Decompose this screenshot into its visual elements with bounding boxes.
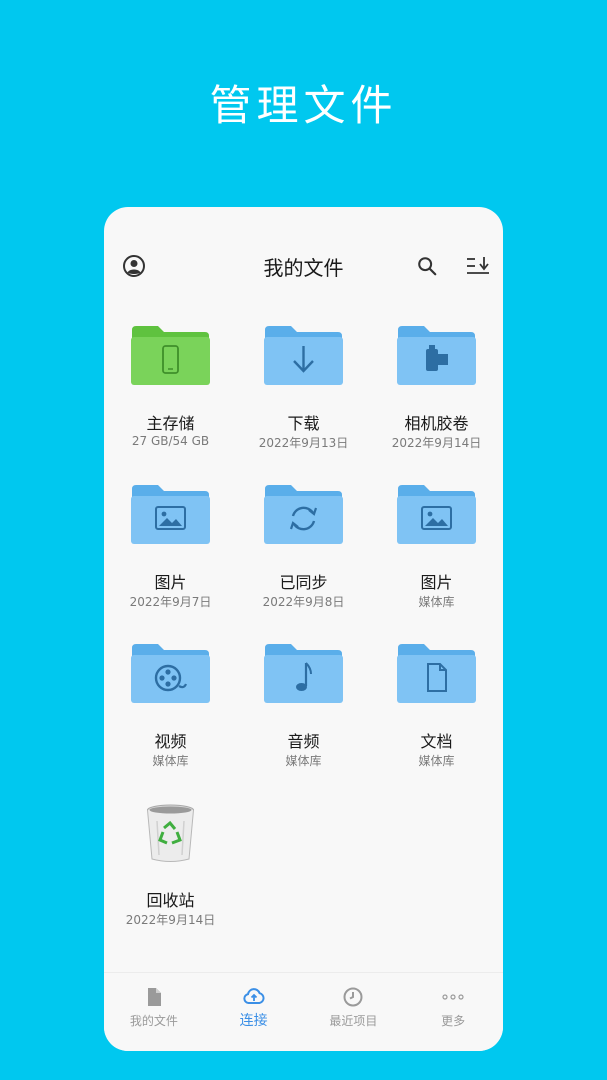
folder-label: 文档 [420, 732, 453, 751]
folder-label: 相机胶卷 [404, 414, 469, 433]
search-button[interactable] [414, 253, 440, 279]
download-folder-icon [264, 326, 343, 385]
folder-label: 音频 [287, 732, 320, 751]
phone-folder-icon [131, 326, 210, 385]
folder-label: 图片 [154, 573, 187, 592]
folder-subtitle: 媒体库 [152, 754, 189, 768]
video-folder-icon [131, 644, 210, 703]
folder-subtitle: 媒体库 [285, 754, 322, 768]
folder-subtitle: 27 GB/54 GB [131, 434, 210, 448]
nav-label: 更多 [441, 1014, 466, 1028]
folder-label: 图片 [420, 573, 453, 592]
folder-subtitle: 2022年9月14日 [391, 436, 482, 450]
folder-camera-roll[interactable]: 相机胶卷 2022年9月14日 [370, 319, 503, 464]
sync-folder-icon [264, 485, 343, 544]
nav-recent[interactable]: 最近项目 [304, 973, 404, 1051]
camera-roll-folder-icon [397, 326, 476, 385]
more-icon [442, 994, 464, 1000]
cloud-icon [243, 988, 265, 1004]
folder-pictures-1[interactable]: 图片 2022年9月7日 [104, 478, 237, 623]
folder-label: 主存储 [146, 414, 195, 433]
nav-connect[interactable]: 连接 [204, 973, 304, 1051]
folder-download[interactable]: 下载 2022年9月13日 [237, 319, 370, 464]
folder-pictures-2[interactable]: 图片 媒体库 [370, 478, 503, 623]
folder-label: 回收站 [146, 891, 195, 910]
sort-button[interactable] [465, 253, 491, 279]
folder-label: 下载 [287, 414, 320, 433]
document-folder-icon [397, 644, 476, 703]
image-folder-icon [397, 485, 476, 544]
sort-icon [467, 257, 489, 274]
nav-my-files[interactable]: 我的文件 [104, 973, 204, 1051]
folder-label: 已同步 [279, 573, 328, 592]
music-folder-icon [264, 644, 343, 703]
bottom-nav: 我的文件 连接 最近项目 更多 [104, 972, 503, 1051]
recycle-bin-icon [147, 804, 194, 862]
app-screen: 我的文件 主存储 27 GB/54 GB 下载 2022年9月13日 相机胶卷 … [104, 207, 503, 1051]
folder-subtitle: 2022年9月8日 [262, 595, 345, 609]
folder-audio[interactable]: 音频 媒体库 [237, 637, 370, 782]
file-icon [147, 988, 161, 1006]
search-icon [418, 257, 437, 276]
folder-main-storage[interactable]: 主存储 27 GB/54 GB [104, 319, 237, 464]
folder-videos[interactable]: 视频 媒体库 [104, 637, 237, 782]
app-header: 我的文件 [104, 207, 503, 325]
folder-documents[interactable]: 文档 媒体库 [370, 637, 503, 782]
folder-synced[interactable]: 已同步 2022年9月8日 [237, 478, 370, 623]
folder-subtitle: 媒体库 [418, 595, 455, 609]
clock-icon [343, 987, 363, 1007]
folder-subtitle: 2022年9月13日 [258, 436, 349, 450]
folder-recycle-bin[interactable]: 回收站 2022年9月14日 [104, 796, 237, 941]
nav-more[interactable]: 更多 [403, 973, 503, 1051]
nav-label: 最近项目 [329, 1014, 378, 1028]
nav-label: 我的文件 [129, 1014, 178, 1028]
folder-subtitle: 媒体库 [418, 754, 455, 768]
folder-subtitle: 2022年9月14日 [125, 913, 216, 927]
nav-label: 连接 [239, 1013, 268, 1029]
image-folder-icon [131, 485, 210, 544]
hero-title: 管理文件 [209, 81, 398, 130]
folder-label: 视频 [154, 732, 187, 751]
page-title: 我的文件 [263, 256, 344, 280]
folder-subtitle: 2022年9月7日 [129, 595, 212, 609]
